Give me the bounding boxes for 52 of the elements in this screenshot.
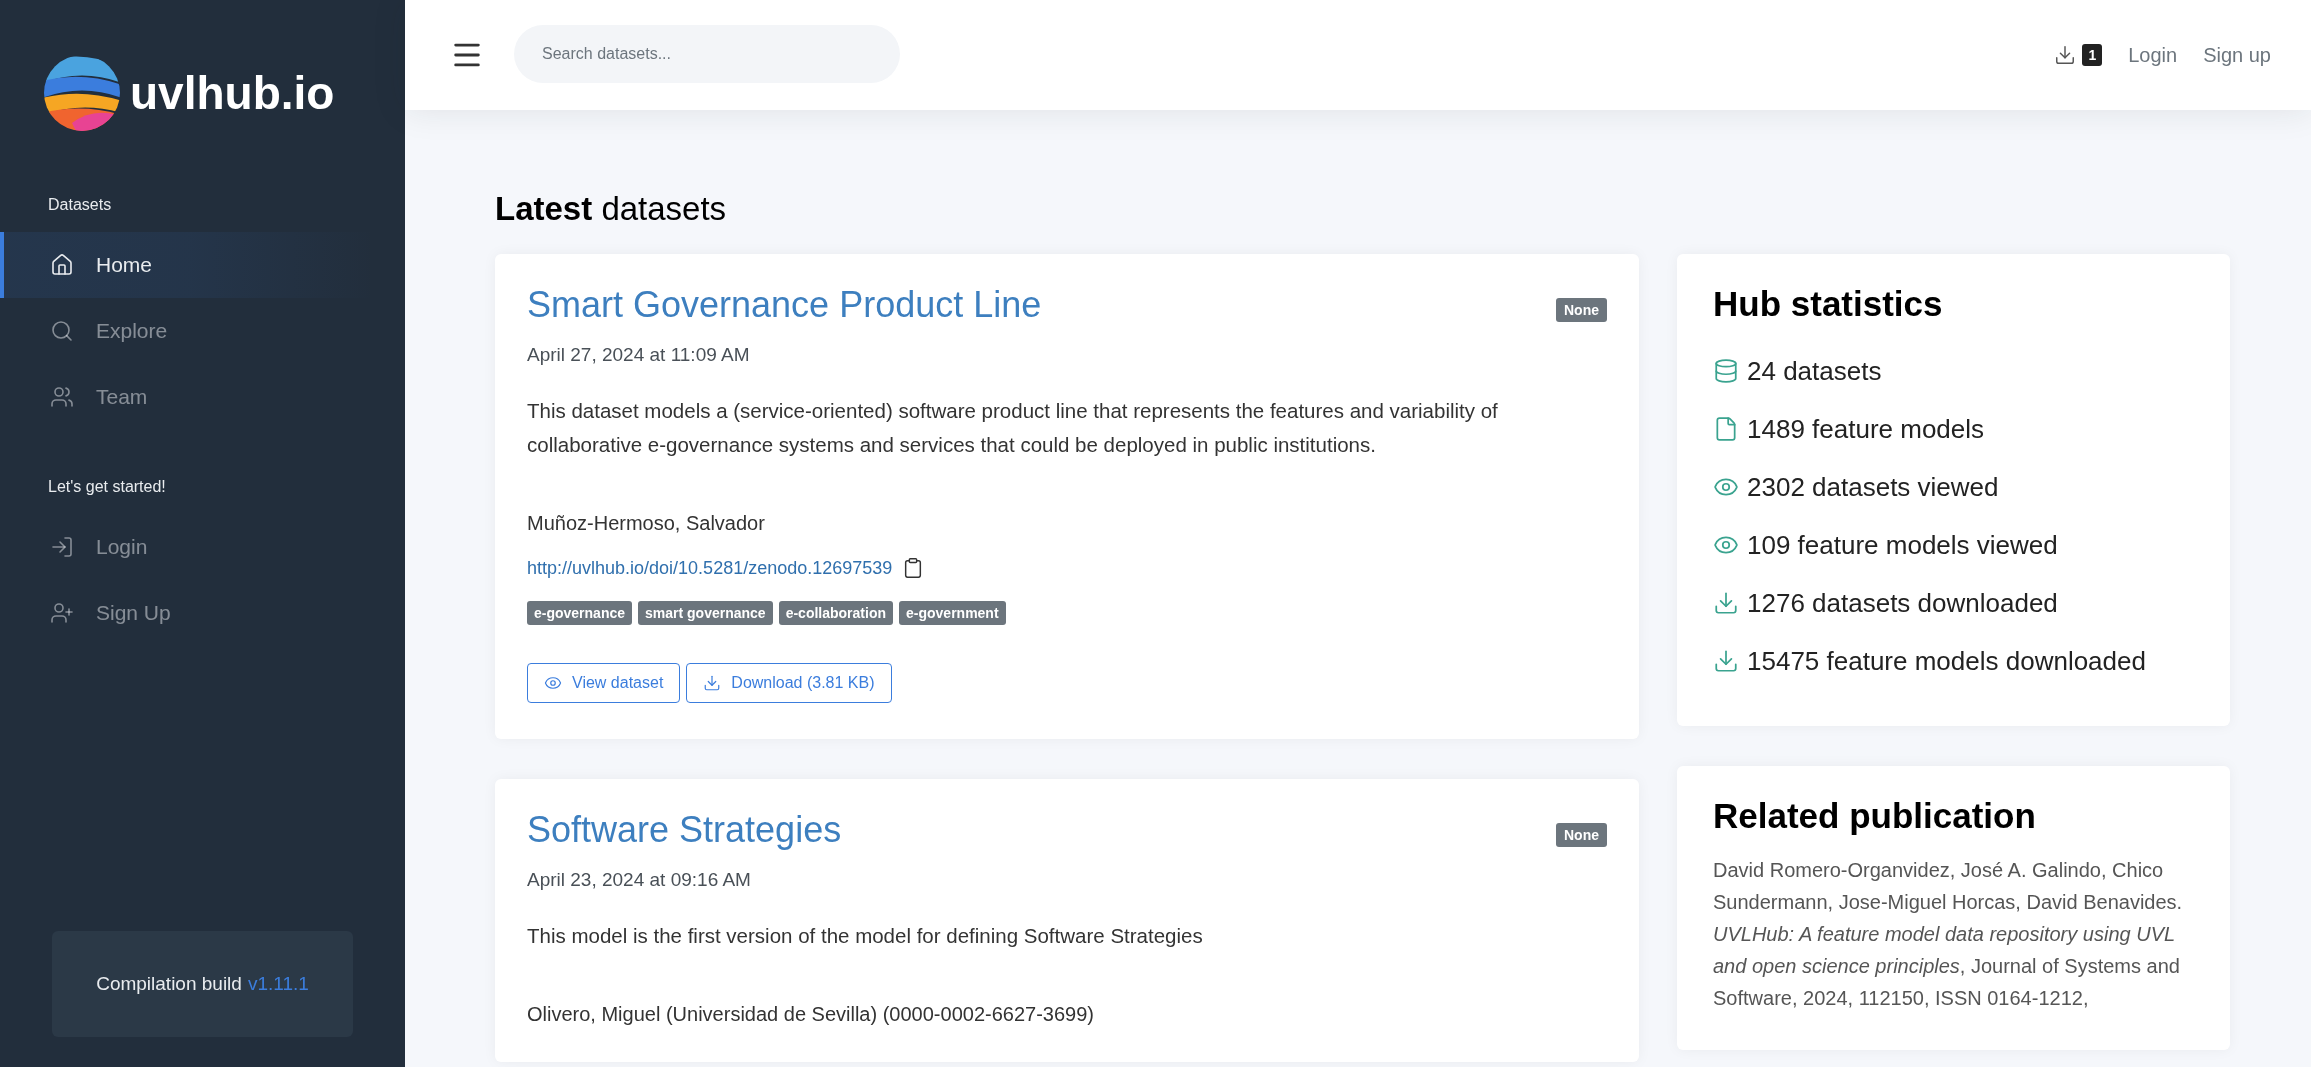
dataset-date: April 27, 2024 at 11:09 AM (527, 344, 751, 366)
card-title: Related publication (1713, 796, 2037, 836)
nav-link[interactable]: Login (2128, 43, 2178, 67)
database-icon (1713, 358, 1739, 384)
dataset-title[interactable]: Software Strategies (527, 809, 842, 851)
search-field[interactable]: Search datasets... (514, 25, 900, 83)
download-icon (1713, 590, 1739, 616)
users-icon (50, 385, 74, 409)
download-icon (703, 674, 722, 692)
publication-text: David Romero-Organvidez, José A. Galindo, Chico Sundermann, Jose-Miguel Horcas, David Benavides. UVLHub: A feature model data repository using UVL and open science principles, Journal of Systems and Software, 2024, 112150, ISSN 0164-1212, (1713, 858, 2184, 1011)
status-badge: None (1556, 298, 1607, 322)
stat-text: 2302 datasets viewed (1747, 471, 1999, 503)
download-icon[interactable] (2054, 44, 2077, 66)
user-plus-icon (50, 601, 74, 625)
card-title: Hub statistics (1713, 284, 1944, 324)
search-icon (50, 319, 74, 343)
stat-text: 24 datasets (1747, 355, 1882, 387)
dataset-date: April 23, 2024 at 09:16 AM (527, 869, 752, 891)
home-icon (50, 253, 74, 277)
download-button[interactable]: Download (3.81 KB) (686, 663, 892, 703)
stat-text: 1276 datasets downloaded (1747, 587, 2058, 619)
page-heading: Latest datasets (495, 190, 728, 228)
sidebar-item[interactable]: Explore (0, 298, 375, 364)
file-icon (1713, 416, 1739, 442)
download-icon (1713, 648, 1739, 674)
nav-link[interactable]: Sign up (2203, 43, 2271, 67)
sidebar-item[interactable]: Team (0, 364, 375, 430)
doi-link[interactable]: http://uvlhub.io/doi/10.5281/zenodo.12697539 (527, 557, 893, 579)
stat-text: 109 feature models viewed (1747, 529, 2058, 561)
dataset-description: This dataset models a (service-oriented) software product line that represents the features and variability of collaborative e-governance systems and services that could be deployed in public institutions. (527, 398, 1499, 458)
stat-text: 15475 feature models downloaded (1747, 645, 2146, 677)
sidebar-heading: Datasets (47, 195, 113, 215)
tag: e-governance (527, 601, 633, 625)
dataset-authors: Muñoz-Hermoso, Salvador (527, 512, 766, 535)
build-version: v1.11.1 (247, 973, 309, 995)
build-label: Compilation build (96, 973, 242, 995)
sidebar-item[interactable]: Sign Up (0, 580, 375, 646)
dataset-authors: Olivero, Miguel (Universidad de Sevilla) (0000-0002-6627-3699) (527, 1003, 1095, 1026)
tag: smart governance (638, 601, 773, 625)
eye-icon (544, 674, 562, 692)
stat-text: 1489 feature models (1747, 413, 1985, 445)
status-badge: None (1556, 823, 1607, 847)
sidebar-item[interactable]: Login (0, 514, 375, 580)
brand-name[interactable]: uvlhub.io (130, 66, 335, 120)
view-button[interactable]: View dataset (527, 663, 681, 703)
tag: e-collaboration (778, 601, 893, 625)
sidebar-heading: Let's get started! (47, 477, 167, 497)
login-icon (50, 535, 74, 559)
dataset-title[interactable]: Smart Governance Product Line (527, 284, 1042, 326)
download-count-badge: 1 (2082, 44, 2103, 66)
dataset-description: This model is the first version of the model for defining Software Strategies (527, 923, 1204, 949)
tag: e-government (899, 601, 1006, 625)
